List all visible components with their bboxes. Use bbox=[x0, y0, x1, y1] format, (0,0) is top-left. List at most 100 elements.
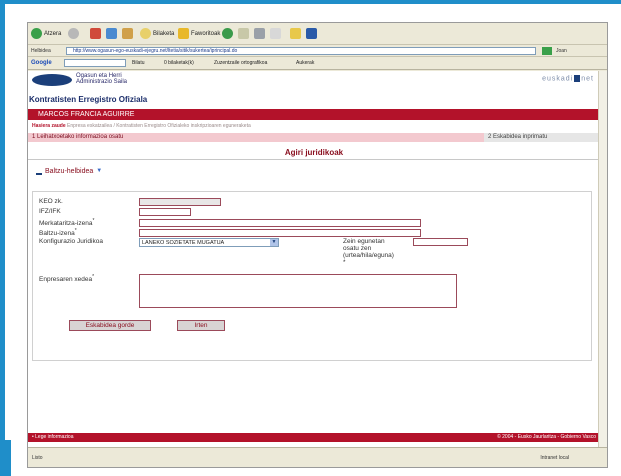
konfigurazio-value: LANEKO SOZIETATE MUGATUA bbox=[142, 240, 225, 246]
star-icon bbox=[178, 28, 189, 39]
breadcrumb: Hasiera zaude Enpresa eskatzailea / Kont… bbox=[32, 123, 251, 129]
home-icon bbox=[122, 28, 133, 39]
required-mark: * bbox=[343, 259, 346, 266]
browser-toolbar: Atzera Bilaketa Faworitoak bbox=[28, 23, 607, 45]
breadcrumb-path: Enpresa eskatzailea / Kontratisten Erreg… bbox=[67, 123, 251, 129]
google-search-button[interactable]: Bilatu bbox=[132, 60, 145, 66]
department-name: Ogasun eta Herri Administrazio Saila bbox=[76, 73, 127, 85]
date-label-line-2: osatu zen bbox=[343, 245, 372, 252]
select-arrow-icon[interactable]: ▼ bbox=[270, 239, 278, 246]
mail-icon bbox=[238, 28, 249, 39]
screenshot-frame: Atzera Bilaketa Faworitoak Helbidea http… bbox=[0, 0, 621, 476]
date-input[interactable] bbox=[413, 238, 468, 246]
go-label[interactable]: Joan bbox=[556, 48, 567, 54]
options-button[interactable]: Aukerak bbox=[296, 60, 314, 66]
vertical-scrollbar[interactable] bbox=[598, 71, 607, 449]
url-input[interactable]: http://www.ogasun-ego-euskadi-ejegru.net… bbox=[66, 47, 536, 55]
address-bar: Helbidea http://www.ogasun-ego-euskadi-e… bbox=[28, 45, 607, 57]
search-icon bbox=[140, 28, 151, 39]
subsection-header[interactable]: Baltzu-helbidea ▼ bbox=[36, 167, 102, 175]
google-toolbar: Google Bilatu 0 bilaketak(k) Zuzentzaile… bbox=[28, 57, 607, 70]
required-mark: * bbox=[74, 228, 77, 234]
copyright-text: © 2004 - Eusko Jaurlaritza - Gobierno Va… bbox=[497, 434, 596, 440]
baltzu-input[interactable] bbox=[139, 229, 421, 237]
search-button[interactable]: Bilaketa bbox=[140, 27, 174, 40]
merkataritza-label: Merkataritza-izena bbox=[39, 220, 93, 228]
konfigurazio-select[interactable]: LANEKO SOZIETATE MUGATUA ▼ bbox=[139, 238, 279, 247]
media-icon bbox=[222, 28, 233, 39]
page-title: Kontratisten Erregistro Ofiziala bbox=[29, 95, 148, 104]
blue-top-border bbox=[0, 0, 621, 4]
page-header: Ogasun eta Herri Administrazio Saila eus… bbox=[28, 71, 600, 89]
page-footer: • Lege informazioa © 2004 - Eusko Jaurla… bbox=[28, 433, 600, 442]
favorites-button[interactable]: Faworitoak bbox=[178, 27, 220, 40]
edit-icon bbox=[270, 28, 281, 39]
date-label-line-1: Zein egunetan bbox=[343, 238, 385, 245]
baltzu-label: Baltzu-izena bbox=[39, 230, 75, 238]
date-label-line-3: (urtea/hila/eguna) bbox=[343, 252, 394, 259]
zone-text: Intranet local bbox=[540, 455, 569, 461]
status-text: Listo bbox=[32, 455, 43, 461]
google-search-input[interactable] bbox=[64, 59, 126, 67]
home-button[interactable] bbox=[122, 27, 133, 40]
euskadi-logo-text: euskadi bbox=[542, 75, 574, 83]
mail-button[interactable] bbox=[238, 27, 249, 40]
blue-left-border bbox=[0, 0, 5, 440]
chevron-down-icon[interactable]: ▼ bbox=[96, 168, 102, 174]
date-label: Zein egunetan osatu zen (urtea/hila/egun… bbox=[343, 238, 394, 266]
eusko-jaurlaritza-logo bbox=[32, 74, 72, 86]
company-form: KEO zk. IFZ/IFK Merkataritza-izena* Balt… bbox=[32, 191, 592, 361]
breadcrumb-home[interactable]: Hasiera zaude bbox=[32, 123, 66, 129]
net-logo-text: net bbox=[581, 75, 594, 83]
address-label: Helbidea bbox=[31, 48, 51, 54]
blocked-popups-label[interactable]: 0 bilaketak(k) bbox=[164, 60, 194, 66]
collapse-icon[interactable] bbox=[36, 173, 42, 175]
keo-label: KEO zk. bbox=[39, 198, 63, 205]
refresh-button[interactable] bbox=[106, 27, 117, 40]
konfigurazio-label: Konfigurazio Juridikoa bbox=[39, 238, 103, 245]
department-line-2: Administrazio Saila bbox=[76, 79, 128, 85]
save-button[interactable]: Eskabidea gorde bbox=[69, 320, 151, 331]
ifz-label: IFZ/IFK bbox=[39, 208, 61, 215]
euskadi-net-logo[interactable]: euskadi net bbox=[542, 75, 594, 82]
favorites-label: Faworitoak bbox=[191, 30, 221, 37]
steps-bar: 1 Leihatxoetako informazioa osatu 2 Eska… bbox=[28, 133, 600, 142]
back-button[interactable]: Atzera bbox=[31, 27, 61, 40]
stop-icon bbox=[90, 28, 101, 39]
required-mark: * bbox=[92, 218, 95, 224]
ifz-input[interactable] bbox=[139, 208, 191, 216]
edit-button[interactable] bbox=[270, 27, 281, 40]
print-button[interactable] bbox=[254, 27, 265, 40]
google-logo: Google bbox=[31, 60, 52, 66]
keo-input[interactable] bbox=[139, 198, 221, 206]
blue-corner-tab bbox=[0, 440, 11, 476]
user-name-bar: MARCOS FRANCIA AGUIRRE bbox=[28, 109, 600, 120]
forward-arrow-icon bbox=[68, 28, 79, 39]
xedea-label: Enpresaren xedea bbox=[39, 276, 93, 284]
forward-button[interactable] bbox=[68, 27, 79, 40]
xedea-label-wrap: Enpresaren xedea* bbox=[39, 274, 94, 283]
baltzu-label-wrap: Baltzu-izena* bbox=[39, 228, 77, 237]
legal-info-link[interactable]: • Lege informazioa bbox=[32, 433, 74, 442]
search-label: Bilaketa bbox=[153, 30, 175, 37]
messenger-icon bbox=[306, 28, 317, 39]
exit-button[interactable]: Irten bbox=[177, 320, 225, 331]
media-button[interactable] bbox=[222, 27, 233, 40]
refresh-icon bbox=[106, 28, 117, 39]
status-bar: Listo Intranet local bbox=[28, 447, 607, 467]
web-page: Ogasun eta Herri Administrazio Saila eus… bbox=[28, 71, 600, 449]
section-title: Agiri juridikoak bbox=[28, 146, 600, 160]
xedea-textarea[interactable] bbox=[139, 274, 457, 308]
print-icon bbox=[254, 28, 265, 39]
stop-button[interactable] bbox=[90, 27, 101, 40]
step-2: 2 Eskabidea inprimatu bbox=[484, 133, 600, 142]
spellcheck-button[interactable]: Zuzentzaile ortografikoa bbox=[214, 60, 267, 66]
merkataritza-input[interactable] bbox=[139, 219, 421, 227]
messenger-button[interactable] bbox=[306, 27, 317, 40]
go-arrow-icon[interactable] bbox=[542, 47, 552, 55]
back-arrow-icon bbox=[31, 28, 42, 39]
step-1: 1 Leihatxoetako informazioa osatu bbox=[32, 134, 124, 140]
folder-button[interactable] bbox=[290, 27, 301, 40]
required-mark: * bbox=[92, 274, 95, 280]
subsection-title: Baltzu-helbidea bbox=[45, 167, 94, 175]
